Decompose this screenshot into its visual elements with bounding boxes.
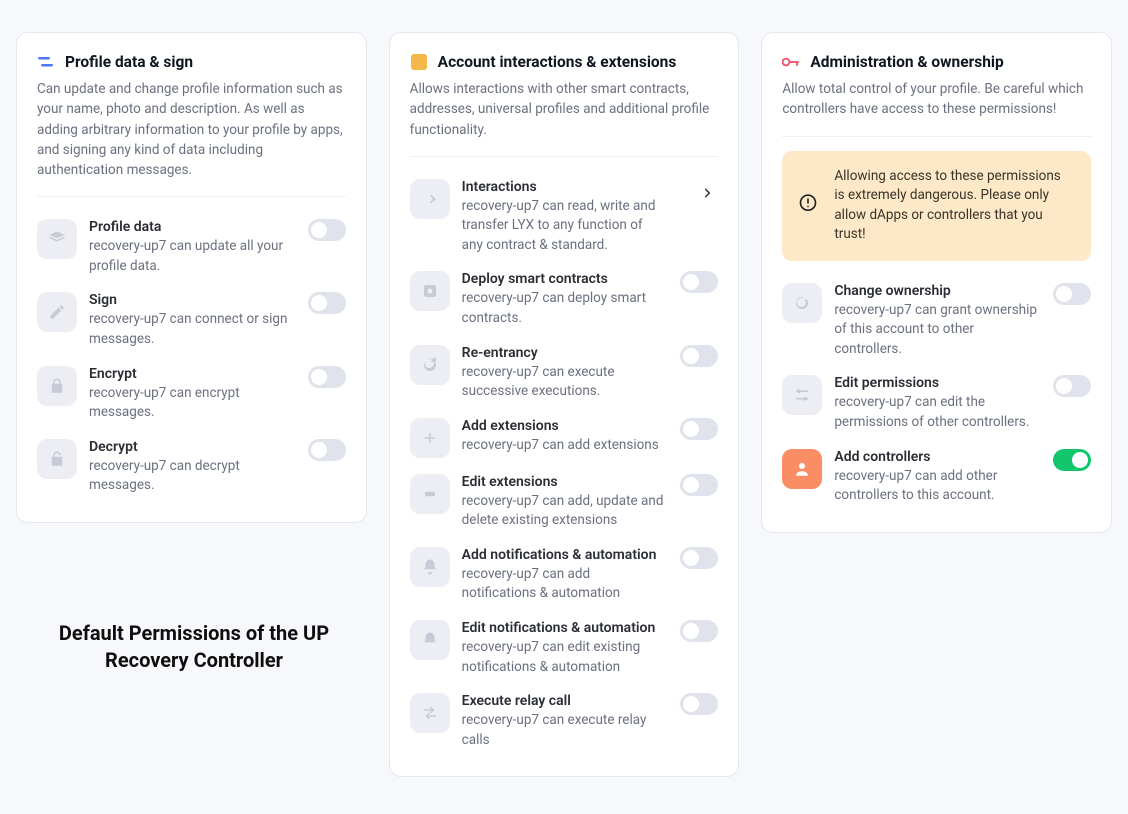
- unlock-icon: [37, 439, 77, 479]
- toggle-edit-notif[interactable]: [680, 620, 718, 642]
- perm-desc: recovery-up7 can read, write and transfe…: [462, 197, 667, 256]
- perm-desc: recovery-up7 can connect or sign message…: [89, 310, 294, 349]
- perm-add-notif: Add notifications & automation recovery-…: [410, 539, 719, 612]
- divider: [37, 196, 346, 197]
- perm-desc: recovery-up7 can execute relay calls: [462, 711, 667, 750]
- toggle-sign[interactable]: [308, 292, 346, 314]
- card-title: Profile data & sign: [65, 53, 193, 71]
- perm-sign: Sign recovery-up7 can connect or sign me…: [37, 284, 346, 357]
- perm-desc: recovery-up7 can edit existing notificat…: [462, 638, 667, 677]
- perm-title: Add controllers: [834, 449, 1039, 465]
- sliders-icon: [782, 375, 822, 415]
- perm-desc: recovery-up7 can deploy smart contracts.: [462, 289, 667, 328]
- perm-desc: recovery-up7 can add, update and delete …: [462, 492, 667, 531]
- owner-icon: [782, 283, 822, 323]
- perm-desc: recovery-up7 can execute successive exec…: [462, 363, 667, 402]
- toggle-reentrancy[interactable]: [680, 345, 718, 367]
- perm-change-owner: Change ownership recovery-up7 can grant …: [782, 275, 1091, 368]
- perm-title: Add extensions: [462, 418, 667, 434]
- perm-title: Change ownership: [834, 283, 1039, 299]
- plus-icon: [410, 418, 450, 458]
- card-desc: Can update and change profile informatio…: [37, 79, 346, 180]
- toggle-add-controllers[interactable]: [1053, 449, 1091, 471]
- perm-title: Encrypt: [89, 366, 294, 382]
- perm-edit-ext: Edit extensions recovery-up7 can add, up…: [410, 466, 719, 539]
- bell-edit-icon: [410, 620, 450, 660]
- divider: [410, 156, 719, 157]
- toggle-edit-ext[interactable]: [680, 474, 718, 496]
- relay-icon: [410, 693, 450, 733]
- toggle-add-ext[interactable]: [680, 418, 718, 440]
- perm-title: Profile data: [89, 219, 294, 235]
- perm-title: Add notifications & automation: [462, 547, 667, 563]
- perm-add-controllers: Add controllers recovery-up7 can add oth…: [782, 441, 1091, 514]
- card-header: Account interactions & extensions: [410, 53, 719, 71]
- perm-title: Edit permissions: [834, 375, 1039, 391]
- toggle-edit-perm[interactable]: [1053, 375, 1091, 397]
- card-profile: Profile data & sign Can update and chang…: [16, 32, 367, 523]
- card-account: Account interactions & extensions Allows…: [389, 32, 740, 777]
- card-title: Account interactions & extensions: [438, 53, 677, 71]
- divider: [782, 136, 1091, 137]
- perm-desc: recovery-up7 can decrypt messages.: [89, 457, 294, 496]
- perm-title: Interactions: [462, 179, 667, 195]
- perm-deploy: Deploy smart contracts recovery-up7 can …: [410, 263, 719, 336]
- toggle-relay[interactable]: [680, 693, 718, 715]
- loop-icon: [410, 345, 450, 385]
- card-header: Profile data & sign: [37, 53, 346, 71]
- pen-icon: [37, 292, 77, 332]
- toggle-add-notif[interactable]: [680, 547, 718, 569]
- perm-desc: recovery-up7 can edit the permissions of…: [834, 393, 1039, 432]
- user-icon: [782, 449, 822, 489]
- perm-title: Decrypt: [89, 439, 294, 455]
- page-caption: Default Permissions of the UP Recovery C…: [34, 620, 354, 674]
- perm-desc: recovery-up7 can add extensions: [462, 436, 667, 456]
- chevron-right-icon: [700, 185, 714, 204]
- perm-desc: recovery-up7 can add other controllers t…: [834, 467, 1039, 506]
- lock-icon: [37, 366, 77, 406]
- deploy-icon: [410, 271, 450, 311]
- card-header: Administration & ownership: [782, 53, 1091, 71]
- bell-icon: [410, 547, 450, 587]
- extension-icon: [410, 53, 428, 71]
- perm-desc: recovery-up7 can grant ownership of this…: [834, 301, 1039, 360]
- perm-edit-notif: Edit notifications & automation recovery…: [410, 612, 719, 685]
- perm-edit-perm: Edit permissions recovery-up7 can edit t…: [782, 367, 1091, 440]
- perm-title: Sign: [89, 292, 294, 308]
- card-title: Administration & ownership: [810, 53, 1003, 71]
- perm-desc: recovery-up7 can update all your profile…: [89, 237, 294, 276]
- perm-desc: recovery-up7 can add notifications & aut…: [462, 565, 667, 604]
- edit-icon: [410, 474, 450, 514]
- perm-title: Edit extensions: [462, 474, 667, 490]
- perm-encrypt: Encrypt recovery-up7 can encrypt message…: [37, 358, 346, 431]
- perm-desc: recovery-up7 can encrypt messages.: [89, 384, 294, 423]
- perm-interactions[interactable]: Interactions recovery-up7 can read, writ…: [410, 171, 719, 264]
- arrow-icon: [410, 179, 450, 219]
- stack-icon: [37, 219, 77, 259]
- warning-banner: Allowing access to these permissions is …: [782, 151, 1091, 261]
- toggle-change-owner[interactable]: [1053, 283, 1091, 305]
- toggle-decrypt[interactable]: [308, 439, 346, 461]
- perm-relay: Execute relay call recovery-up7 can exec…: [410, 685, 719, 758]
- card-admin: Administration & ownership Allow total c…: [761, 32, 1112, 533]
- toggle-profile-data[interactable]: [308, 219, 346, 241]
- card-desc: Allow total control of your profile. Be …: [782, 79, 1091, 120]
- perm-decrypt: Decrypt recovery-up7 can decrypt message…: [37, 431, 346, 504]
- toggle-deploy[interactable]: [680, 271, 718, 293]
- key-icon: [782, 53, 800, 71]
- perm-title: Execute relay call: [462, 693, 667, 709]
- perm-add-ext: Add extensions recovery-up7 can add exte…: [410, 410, 719, 466]
- perm-title: Edit notifications & automation: [462, 620, 667, 636]
- card-desc: Allows interactions with other smart con…: [410, 79, 719, 140]
- perm-title: Deploy smart contracts: [462, 271, 667, 287]
- warning-text: Allowing access to these permissions is …: [834, 168, 1060, 243]
- perm-profile-data: Profile data recovery-up7 can update all…: [37, 211, 346, 284]
- profile-icon: [37, 53, 55, 71]
- toggle-encrypt[interactable]: [308, 366, 346, 388]
- alert-icon: [798, 192, 818, 219]
- perm-reentrancy: Re-entrancy recovery-up7 can execute suc…: [410, 337, 719, 410]
- perm-title: Re-entrancy: [462, 345, 667, 361]
